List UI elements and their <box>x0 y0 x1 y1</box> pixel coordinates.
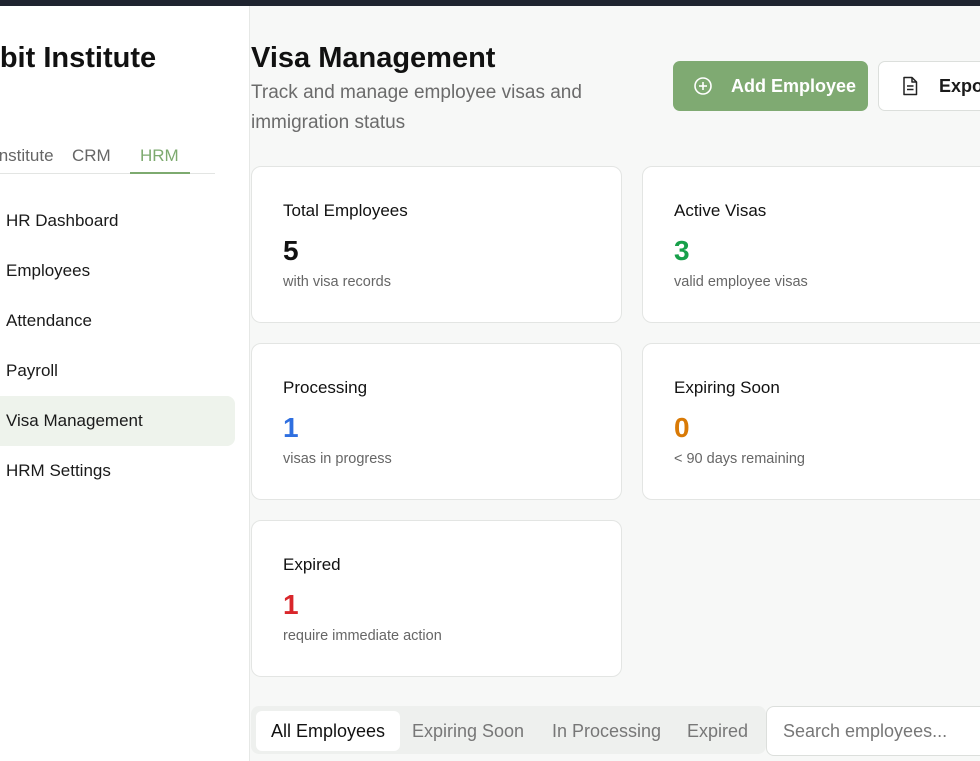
sidebar-item-label: Employees <box>6 261 91 280</box>
stat-label: Processing <box>283 378 368 397</box>
stat-label: Expired <box>283 555 341 574</box>
add-employee-label: Add Employee <box>731 75 857 96</box>
sidebar: Orbit Institute Institute CRM HRM HR Das… <box>0 6 250 761</box>
document-icon <box>903 76 918 96</box>
module-tabs: Institute CRM HRM <box>0 142 215 174</box>
sidebar-item-label: HR Dashboard <box>6 211 119 230</box>
stat-card-active-visas: Active Visas 3 valid employee visas <box>642 166 980 323</box>
brand-name: Orbit Institute <box>0 42 157 74</box>
page-title: Visa Management <box>251 42 496 74</box>
active-tab-indicator <box>130 172 190 174</box>
tab-expiring-soon[interactable]: Expiring Soon <box>397 711 539 751</box>
stat-value: 1 <box>283 589 299 620</box>
stat-card-expired: Expired 1 require immediate action <box>251 520 622 677</box>
sidebar-item-label: Payroll <box>6 361 58 380</box>
tab-in-processing[interactable]: In Processing <box>537 711 676 751</box>
sidebar-item-label: Attendance <box>6 311 93 330</box>
page-subtitle: Track and manage employee visas and immi… <box>251 82 582 133</box>
sidebar-nav: HR Dashboard Employees Attendance Payrol… <box>0 196 235 496</box>
stat-note: require immediate action <box>283 628 442 644</box>
sidebar-item-label: Visa Management <box>6 411 143 430</box>
stat-card-processing: Processing 1 visas in progress <box>251 343 622 500</box>
sidebar-item-visa-management[interactable]: Visa Management <box>0 396 235 446</box>
sidebar-item-hr-dashboard[interactable]: HR Dashboard <box>0 196 235 246</box>
export-label: Export <box>939 75 980 96</box>
plus-circle-icon <box>694 77 712 95</box>
add-employee-button[interactable]: Add Employee <box>673 61 868 111</box>
stat-value: 3 <box>674 235 690 266</box>
visa-filter-tabs: All Employees Expiring Soon In Processin… <box>251 706 766 754</box>
stat-label: Total Employees <box>283 201 408 220</box>
stat-label: Expiring Soon <box>674 378 780 397</box>
sidebar-item-hrm-settings[interactable]: HRM Settings <box>0 446 235 496</box>
stat-card-expiring-soon: Expiring Soon 0 < 90 days remaining <box>642 343 980 500</box>
stat-label: Active Visas <box>674 201 767 220</box>
tab-hrm[interactable]: HRM <box>140 146 179 166</box>
tab-institute[interactable]: Institute <box>0 146 54 166</box>
tab-expired[interactable]: Expired <box>672 711 763 751</box>
stat-note: with visa records <box>283 274 391 290</box>
stat-value: 1 <box>283 412 299 443</box>
stat-note: visas in progress <box>283 451 392 467</box>
stat-value: 0 <box>674 412 690 443</box>
stat-note: < 90 days remaining <box>674 451 805 467</box>
tab-all-employees[interactable]: All Employees <box>256 711 401 751</box>
stat-note: valid employee visas <box>674 274 808 290</box>
stat-card-total-employees: Total Employees 5 with visa records <box>251 166 622 323</box>
sidebar-item-employees[interactable]: Employees <box>0 246 235 296</box>
sidebar-item-attendance[interactable]: Attendance <box>0 296 235 346</box>
sidebar-item-label: HRM Settings <box>6 461 111 480</box>
main-content: Visa Management Track and manage employe… <box>251 6 980 761</box>
search-input[interactable] <box>766 706 980 756</box>
sidebar-item-payroll[interactable]: Payroll <box>0 346 235 396</box>
tab-crm[interactable]: CRM <box>72 146 111 166</box>
export-button[interactable]: Export <box>878 61 980 111</box>
stat-value: 5 <box>283 235 299 266</box>
